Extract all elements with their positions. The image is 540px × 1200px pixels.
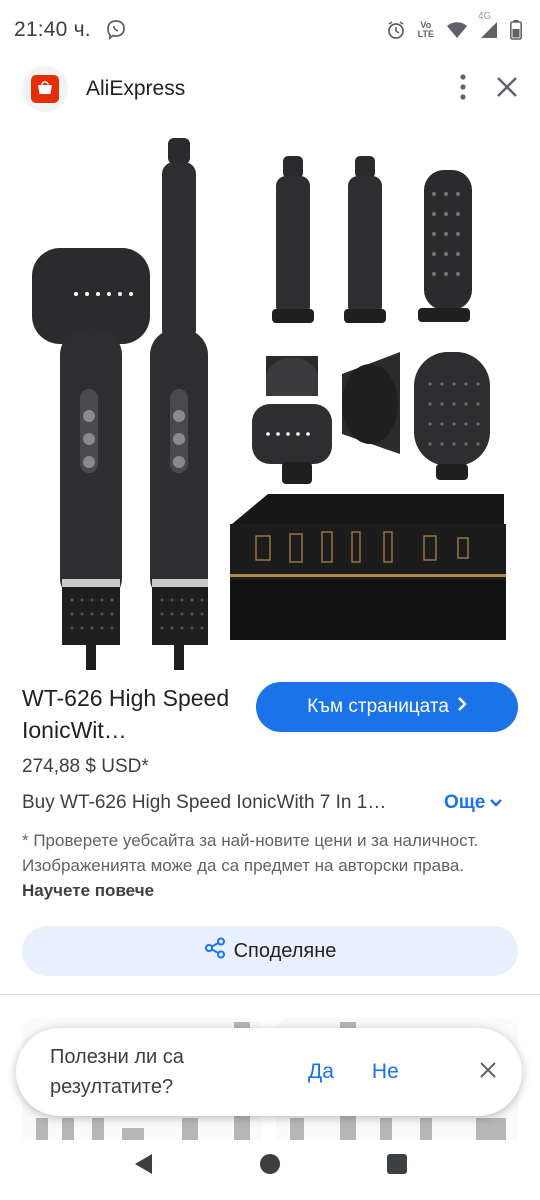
more-label: Още	[444, 792, 486, 813]
status-time: 21:40 ч.	[14, 18, 91, 41]
disclaimer-text: * Проверете уебсайта за най-новите цени …	[22, 831, 479, 875]
recents-icon[interactable]	[386, 1153, 408, 1180]
aliexpress-logo	[22, 66, 68, 112]
visit-page-label: Към страницата	[307, 696, 449, 717]
app-title: AliExpress	[86, 77, 186, 100]
viber-icon	[105, 19, 127, 41]
visit-page-button[interactable]: Към страницата	[256, 682, 518, 732]
network-label: 4G	[478, 11, 492, 22]
product-price: 274,88 $ USD*	[22, 756, 149, 777]
wifi-icon	[446, 21, 468, 39]
signal-4g-icon: 4G	[478, 11, 498, 39]
product-image[interactable]	[0, 124, 540, 670]
share-icon	[204, 937, 226, 965]
alarm-icon	[386, 20, 406, 40]
back-icon[interactable]	[132, 1152, 154, 1181]
feedback-no-button[interactable]: Не	[372, 1060, 399, 1084]
more-vertical-icon[interactable]	[460, 73, 466, 105]
close-icon[interactable]	[496, 76, 518, 103]
feedback-close-icon[interactable]	[480, 1061, 496, 1083]
system-nav-bar	[0, 1132, 540, 1200]
app-header: AliExpress	[0, 60, 540, 118]
description-row: Buy WT-626 High Speed IonicWith 7 In 1… …	[22, 792, 522, 814]
share-label: Споделяне	[233, 939, 337, 962]
feedback-yes-button[interactable]: Да	[308, 1060, 334, 1084]
more-button[interactable]: Още	[444, 792, 503, 814]
feedback-question: Полезни ли са резултатите?	[50, 1046, 184, 1098]
chevron-down-icon	[489, 792, 503, 814]
volte-icon: Vo LTE	[417, 20, 434, 39]
battery-icon	[510, 20, 522, 40]
disclaimer: * Проверете уебсайта за най-новите цени …	[22, 828, 502, 903]
product-title[interactable]: WT-626 High Speed IonicWit…	[22, 682, 244, 746]
feedback-prompt: Полезни ли са резултатите? Да Не	[16, 1028, 522, 1116]
learn-more-link[interactable]: Научете повече	[22, 881, 154, 900]
share-button[interactable]: Споделяне	[22, 926, 518, 976]
chevron-right-icon	[457, 696, 467, 718]
divider	[0, 994, 540, 995]
home-icon[interactable]	[259, 1153, 281, 1180]
status-bar: 21:40 ч. Vo LTE 4G	[0, 0, 540, 60]
product-description: Buy WT-626 High Speed IonicWith 7 In 1…	[22, 792, 387, 813]
